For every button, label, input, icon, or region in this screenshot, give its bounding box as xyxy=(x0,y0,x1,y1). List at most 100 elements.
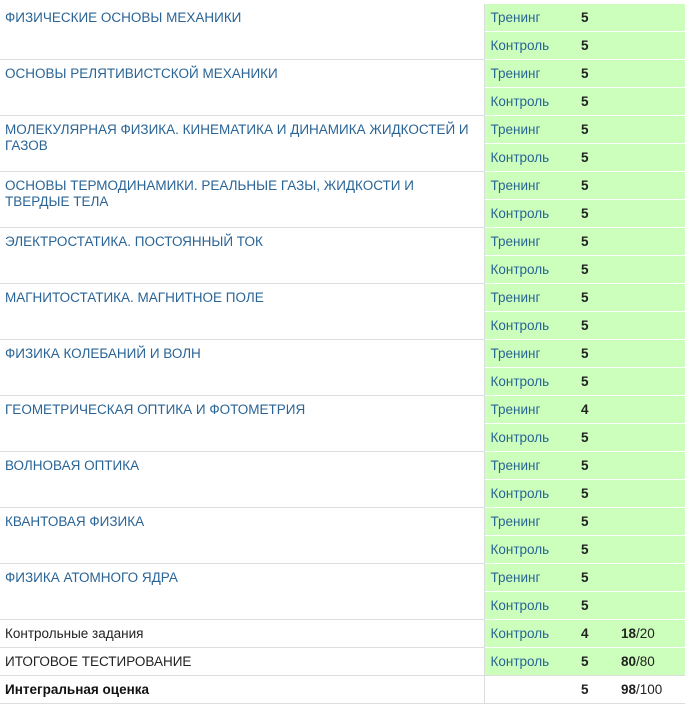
test-type-cell: Контроль xyxy=(484,143,579,172)
test-type-link[interactable]: Контроль xyxy=(491,262,550,277)
points-cell xyxy=(609,4,685,32)
test-type-cell: Тренинг xyxy=(484,4,579,32)
test-type-cell: Тренинг xyxy=(484,227,579,256)
test-type-link[interactable]: Контроль xyxy=(491,150,550,165)
total-points-earned: 98 xyxy=(621,682,637,697)
test-type-cell: Контроль xyxy=(484,619,579,648)
test-type-link[interactable]: Тренинг xyxy=(491,10,541,25)
test-type-link[interactable]: Тренинг xyxy=(491,458,541,473)
test-type-cell: Тренинг xyxy=(484,563,579,592)
score-cell: 5 xyxy=(579,339,609,368)
module-cell: ОСНОВЫ ТЕРМОДИНАМИКИ. РЕАЛЬНЫЕ ГАЗЫ, ЖИД… xyxy=(0,171,485,228)
module-title-link[interactable]: ФИЗИЧЕСКИЕ ОСНОВЫ МЕХАНИКИ xyxy=(5,10,241,25)
points-cell xyxy=(609,115,685,144)
module-title-link[interactable]: МОЛЕКУЛЯРНАЯ ФИЗИКА. КИНЕМАТИКА И ДИНАМИ… xyxy=(5,122,469,153)
module-cell: ФИЗИКА АТОМНОГО ЯДРА xyxy=(0,563,485,620)
summary-title: ИТОГОВОЕ ТЕСТИРОВАНИЕ xyxy=(0,647,485,676)
test-type-cell: Контроль xyxy=(484,647,579,676)
module-cell: МАГНИТОСТАТИКА. МАГНИТНОЕ ПОЛЕ xyxy=(0,283,485,340)
module-row: МАГНИТОСТАТИКА. МАГНИТНОЕ ПОЛЕ Тренинг 5 xyxy=(0,283,685,340)
module-row: ВОЛНОВАЯ ОПТИКА Тренинг 5 xyxy=(0,451,685,508)
test-type-link[interactable]: Контроль xyxy=(491,94,550,109)
test-type-link[interactable]: Тренинг xyxy=(491,290,541,305)
score-cell: 5 xyxy=(579,311,609,340)
test-type-link[interactable]: Тренинг xyxy=(491,402,541,417)
points-cell xyxy=(609,31,685,60)
test-type-cell: Контроль xyxy=(484,591,579,620)
module-cell: ФИЗИЧЕСКИЕ ОСНОВЫ МЕХАНИКИ xyxy=(0,4,485,60)
score-cell: 5 xyxy=(579,479,609,508)
total-points-max: /100 xyxy=(636,682,663,697)
test-type-link[interactable]: Контроль xyxy=(491,598,550,613)
points-cell: 80/80 xyxy=(609,647,685,676)
grades-table: ФИЗИЧЕСКИЕ ОСНОВЫ МЕХАНИКИ Тренинг 5 Контро… xyxy=(0,4,685,704)
module-row: ОСНОВЫ РЕЛЯТИВИСТСКОЙ МЕХАНИКИ Тренинг 5 xyxy=(0,59,685,116)
points-cell xyxy=(609,451,685,480)
points-max: /80 xyxy=(636,654,655,669)
test-type-link[interactable]: Контроль xyxy=(491,206,550,221)
points-earned: 80 xyxy=(621,654,637,669)
score-cell: 5 xyxy=(579,143,609,172)
test-type-link[interactable]: Тренинг xyxy=(491,346,541,361)
score-cell: 5 xyxy=(579,591,609,620)
points-cell xyxy=(609,507,685,536)
module-row: ЭЛЕКТРОСТАТИКА. ПОСТОЯННЫЙ ТОК Тренинг 5 xyxy=(0,227,685,284)
test-type-cell: Тренинг xyxy=(484,171,579,200)
score-cell: 5 xyxy=(579,199,609,228)
module-title-link[interactable]: ОСНОВЫ РЕЛЯТИВИСТСКОЙ МЕХАНИКИ xyxy=(5,66,278,81)
test-type-cell: Контроль xyxy=(484,423,579,452)
module-title-link[interactable]: КВАНТОВАЯ ФИЗИКА xyxy=(5,514,144,529)
module-row: ФИЗИКА КОЛЕБАНИЙ И ВОЛН Тренинг 5 xyxy=(0,339,685,396)
total-score: 5 xyxy=(579,675,609,704)
module-title-link[interactable]: ГЕОМЕТРИЧЕСКАЯ ОПТИКА И ФОТОМЕТРИЯ xyxy=(5,402,305,417)
test-type-cell: Контроль xyxy=(484,311,579,340)
test-type-link[interactable]: Контроль xyxy=(491,626,550,641)
test-type-cell: Тренинг xyxy=(484,339,579,368)
module-title-link[interactable]: ОСНОВЫ ТЕРМОДИНАМИКИ. РЕАЛЬНЫЕ ГАЗЫ, ЖИД… xyxy=(5,178,414,209)
test-type-link[interactable]: Тренинг xyxy=(491,66,541,81)
test-type-link[interactable]: Тренинг xyxy=(491,178,541,193)
test-type-link[interactable]: Контроль xyxy=(491,374,550,389)
score-cell: 4 xyxy=(579,395,609,424)
test-type-link[interactable]: Контроль xyxy=(491,486,550,501)
test-type-link[interactable]: Тренинг xyxy=(491,234,541,249)
test-type-link[interactable]: Контроль xyxy=(491,430,550,445)
test-type-link[interactable]: Контроль xyxy=(491,542,550,557)
total-title: Интегральная оценка xyxy=(0,675,485,704)
score-cell: 5 xyxy=(579,115,609,144)
score-cell: 5 xyxy=(579,423,609,452)
test-type-link[interactable]: Тренинг xyxy=(491,514,541,529)
module-title-link[interactable]: ВОЛНОВАЯ ОПТИКА xyxy=(5,458,139,473)
points-cell xyxy=(609,339,685,368)
points-cell xyxy=(609,535,685,564)
test-type-cell: Тренинг xyxy=(484,395,579,424)
test-type-link[interactable]: Тренинг xyxy=(491,122,541,137)
test-type-cell: Контроль xyxy=(484,87,579,116)
test-type-link[interactable]: Контроль xyxy=(491,654,550,669)
test-type-link[interactable]: Тренинг xyxy=(491,570,541,585)
total-row: Интегральная оценка 5 98/100 xyxy=(0,675,685,704)
points-cell xyxy=(609,479,685,508)
score-cell: 5 xyxy=(579,367,609,396)
module-row: КВАНТОВАЯ ФИЗИКА Тренинг 5 xyxy=(0,507,685,564)
module-cell: ОСНОВЫ РЕЛЯТИВИСТСКОЙ МЕХАНИКИ xyxy=(0,59,485,116)
module-row: МОЛЕКУЛЯРНАЯ ФИЗИКА. КИНЕМАТИКА И ДИНАМИ… xyxy=(0,115,685,172)
score-cell: 5 xyxy=(579,31,609,60)
module-title-link[interactable]: МАГНИТОСТАТИКА. МАГНИТНОЕ ПОЛЕ xyxy=(5,290,264,305)
score-cell: 5 xyxy=(579,59,609,88)
grades-table-body: ФИЗИЧЕСКИЕ ОСНОВЫ МЕХАНИКИ Тренинг 5 Контро… xyxy=(0,4,685,704)
module-cell: ВОЛНОВАЯ ОПТИКА xyxy=(0,451,485,508)
module-title-link[interactable]: ЭЛЕКТРОСТАТИКА. ПОСТОЯННЫЙ ТОК xyxy=(5,234,263,249)
test-type-link[interactable]: Контроль xyxy=(491,318,550,333)
points-cell xyxy=(609,143,685,172)
points-cell xyxy=(609,87,685,116)
points-cell xyxy=(609,423,685,452)
module-title-link[interactable]: ФИЗИКА АТОМНОГО ЯДРА xyxy=(5,570,178,585)
summary-row: ИТОГОВОЕ ТЕСТИРОВАНИЕ Контроль 5 80/80 xyxy=(0,647,685,676)
module-title-link[interactable]: ФИЗИКА КОЛЕБАНИЙ И ВОЛН xyxy=(5,346,201,361)
points-cell xyxy=(609,311,685,340)
points-max: /20 xyxy=(636,626,655,641)
test-type-cell: Тренинг xyxy=(484,283,579,312)
score-cell: 5 xyxy=(579,171,609,200)
test-type-link[interactable]: Контроль xyxy=(491,38,550,53)
